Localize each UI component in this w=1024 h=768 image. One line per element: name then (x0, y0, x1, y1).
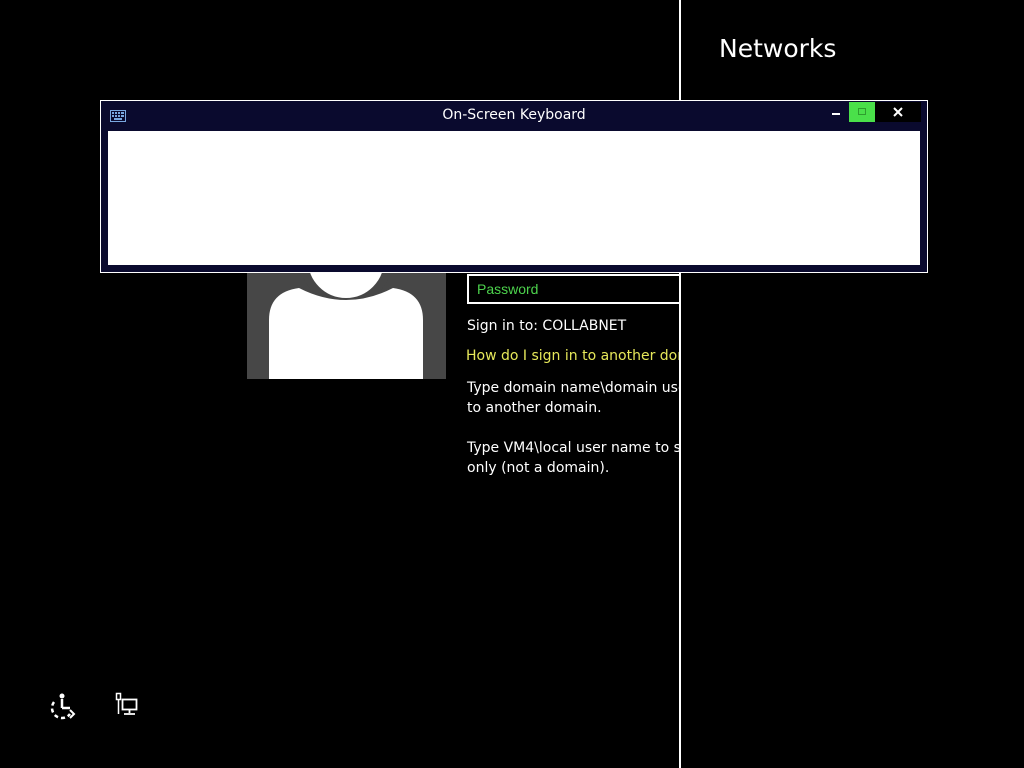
on-screen-keyboard-window[interactable]: On-Screen Keyboard (100, 100, 928, 273)
help-link[interactable]: How do I sign in to another domain? (466, 348, 679, 364)
networks-title: Networks (719, 34, 837, 63)
maximize-button[interactable] (849, 102, 875, 122)
lock-screen: Sign in to: COLLABNET How do I sign in t… (0, 0, 1024, 768)
network-button[interactable] (114, 692, 140, 718)
minimize-icon (832, 113, 840, 115)
close-button[interactable] (875, 102, 921, 122)
osk-keyboard-area[interactable] (108, 131, 920, 265)
password-field[interactable] (467, 274, 679, 304)
ease-of-access-icon (50, 693, 76, 720)
help-text: Type domain name\domain user name to sig… (467, 380, 679, 476)
network-icon (115, 692, 138, 715)
maximize-icon (858, 108, 866, 115)
sign-in-to-label: Sign in to: COLLABNET (467, 318, 627, 334)
minimize-button[interactable] (823, 102, 849, 122)
osk-title: On-Screen Keyboard (442, 107, 586, 123)
ease-of-access-button[interactable] (48, 692, 78, 720)
osk-titlebar[interactable]: On-Screen Keyboard (101, 101, 927, 131)
close-icon (893, 107, 903, 117)
